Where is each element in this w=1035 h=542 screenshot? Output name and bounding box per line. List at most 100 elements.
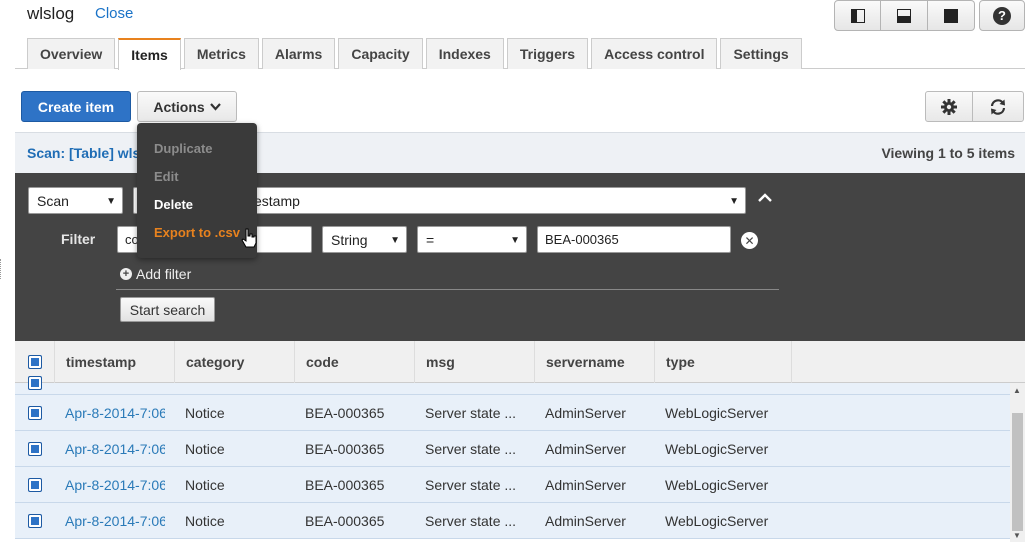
- items-table: timestamp category code msg servername t…: [15, 341, 1025, 542]
- cell-timestamp[interactable]: Apr-8-2014-7:06: [65, 467, 165, 503]
- table-row[interactable]: Apr-8-2014-7:06 Notice BEA-000365 Server…: [15, 467, 1011, 503]
- full-view-icon: [944, 8, 958, 23]
- filter-type-value: String: [331, 231, 368, 248]
- scroll-up-arrow-icon[interactable]: ▲: [1013, 386, 1021, 395]
- dropdown-arrow-icon: ▼: [510, 235, 520, 246]
- chevron-down-icon: [209, 102, 221, 111]
- filter-label: Filter: [61, 231, 96, 247]
- row-checkbox-cell: [15, 467, 55, 503]
- row-checkbox[interactable]: [28, 478, 42, 492]
- cell-category: Notice: [185, 405, 225, 421]
- table-title: wlslog: [27, 4, 75, 23]
- split-bottom-view-button[interactable]: [881, 0, 928, 31]
- tab-metrics[interactable]: Metrics: [183, 38, 259, 69]
- tab-indexes[interactable]: Indexes: [425, 38, 504, 69]
- cell-code: BEA-000365: [305, 477, 385, 493]
- close-link[interactable]: Close: [95, 5, 133, 22]
- cell-timestamp[interactable]: Apr-8-2014-7:06: [65, 503, 165, 539]
- filter-operator-select[interactable]: = ▼: [417, 226, 527, 253]
- scan-mode-value: Scan: [37, 192, 69, 209]
- filter-value-input[interactable]: BEA-000365: [537, 226, 731, 253]
- tab-access-control[interactable]: Access control: [591, 38, 718, 69]
- row-checkbox[interactable]: [28, 406, 42, 420]
- start-search-button[interactable]: Start search: [120, 297, 215, 322]
- menu-item-duplicate: Duplicate: [154, 141, 213, 156]
- dropdown-arrow-icon: ▼: [729, 196, 739, 207]
- dropdown-arrow-icon: ▼: [106, 196, 116, 207]
- scrollbar-thumb[interactable]: [1012, 413, 1023, 531]
- cell-category: Notice: [185, 513, 225, 529]
- hand-pointer-icon: [241, 228, 257, 248]
- cell-code: BEA-000365: [305, 513, 385, 529]
- menu-item-export-csv[interactable]: Export to .csv: [154, 225, 240, 240]
- column-header-servername[interactable]: servername: [535, 341, 655, 383]
- refresh-button[interactable]: [972, 91, 1024, 122]
- tab-bar: Overview Items Metrics Alarms Capacity I…: [27, 38, 805, 70]
- cell-category: Notice: [185, 441, 225, 457]
- table-scrollbar[interactable]: ▲ ▼: [1010, 383, 1025, 542]
- add-filter-label: Add filter: [136, 266, 192, 282]
- table-row[interactable]: Apr-8-2014-7:06 Notice BEA-000365 Server…: [15, 503, 1011, 539]
- cell-msg: Server state ...: [425, 405, 517, 421]
- full-view-button[interactable]: [928, 0, 975, 31]
- actions-button[interactable]: Actions: [137, 91, 237, 122]
- cell-type: WebLogicServer: [665, 513, 769, 529]
- cell-timestamp[interactable]: Apr-8-2014-7:06: [65, 395, 165, 431]
- cell-msg: Server state ...: [425, 477, 517, 493]
- column-header-code[interactable]: code: [295, 341, 415, 383]
- scan-mode-select[interactable]: Scan ▼: [28, 187, 123, 214]
- table-row-partial: [15, 376, 1011, 395]
- select-all-checkbox[interactable]: [27, 355, 42, 369]
- menu-item-edit: Edit: [154, 169, 179, 184]
- menu-item-delete[interactable]: Delete: [154, 197, 193, 212]
- row-checkbox-cell: [15, 503, 55, 539]
- tab-alarms[interactable]: Alarms: [261, 38, 336, 69]
- view-layout-group: [834, 0, 975, 31]
- help-icon: ?: [993, 6, 1011, 25]
- tab-overview[interactable]: Overview: [27, 38, 116, 69]
- row-checkbox-cell: [15, 373, 55, 393]
- remove-filter-icon[interactable]: ✕: [741, 232, 758, 249]
- add-filter-link[interactable]: + Add filter: [120, 266, 191, 282]
- help-button[interactable]: ?: [979, 0, 1025, 31]
- create-item-button[interactable]: Create item: [21, 91, 131, 122]
- row-checkbox[interactable]: [28, 442, 42, 456]
- filter-type-select[interactable]: String ▼: [322, 226, 407, 253]
- refresh-icon: [990, 98, 1006, 115]
- column-header-type[interactable]: type: [655, 341, 792, 383]
- table-header: timestamp category code msg servername t…: [15, 341, 1025, 383]
- cell-msg: Server state ...: [425, 441, 517, 457]
- filter-operator-value: =: [426, 231, 435, 248]
- cell-msg: Server state ...: [425, 513, 517, 529]
- row-checkbox-cell: [15, 431, 55, 467]
- column-header-timestamp[interactable]: timestamp: [55, 341, 175, 383]
- cell-code: BEA-000365: [305, 441, 385, 457]
- chevron-up-icon[interactable]: [758, 193, 772, 203]
- split-bottom-icon: [897, 8, 911, 23]
- settings-button[interactable]: [925, 91, 973, 122]
- gear-icon: [941, 98, 957, 115]
- split-left-icon: [850, 8, 865, 23]
- cell-timestamp[interactable]: Apr-8-2014-7:06: [65, 431, 165, 467]
- cell-type: WebLogicServer: [665, 477, 769, 493]
- cell-servername: AdminServer: [545, 441, 626, 457]
- tab-settings[interactable]: Settings: [720, 38, 802, 69]
- actions-label: Actions: [153, 98, 205, 115]
- split-left-view-button[interactable]: [834, 0, 881, 31]
- row-checkbox[interactable]: [28, 376, 42, 390]
- table-row[interactable]: Apr-8-2014-7:06 Notice BEA-000365 Server…: [15, 395, 1011, 431]
- filter-value-text: BEA-000365: [545, 232, 619, 247]
- row-checkbox[interactable]: [28, 514, 42, 528]
- cell-type: WebLogicServer: [665, 405, 769, 421]
- tab-capacity[interactable]: Capacity: [338, 38, 423, 69]
- column-header-msg[interactable]: msg: [415, 341, 535, 383]
- scroll-down-arrow-icon[interactable]: ▼: [1013, 531, 1021, 540]
- actions-dropdown-menu: Duplicate Edit Delete Export to .csv: [137, 123, 257, 258]
- table-row[interactable]: Apr-8-2014-7:06 Notice BEA-000365 Server…: [15, 431, 1011, 467]
- scan-toggle-label[interactable]: Scan: [Table] wls: [27, 145, 140, 161]
- index-value: estamp: [254, 192, 300, 209]
- window-edge: [0, 259, 3, 279]
- column-header-category[interactable]: category: [175, 341, 295, 383]
- tab-triggers[interactable]: Triggers: [506, 38, 589, 69]
- tab-items[interactable]: Items: [118, 38, 181, 70]
